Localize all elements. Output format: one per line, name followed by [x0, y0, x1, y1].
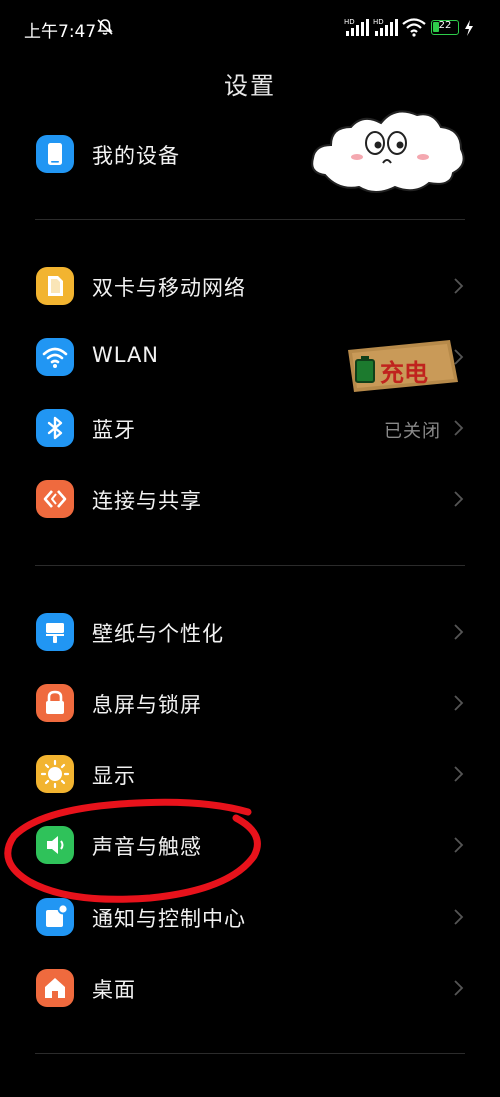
phone-icon: [36, 135, 74, 173]
wifi-status-icon: [402, 18, 426, 37]
divider: [35, 1053, 465, 1054]
battery-level: 22: [438, 20, 452, 31]
settings-item-label: 双卡与移动网络: [92, 276, 246, 300]
svg-text:HD: HD: [344, 18, 355, 26]
settings-item-label: 壁纸与个性化: [92, 622, 224, 646]
divider: [35, 565, 465, 566]
chevron-right-icon: [454, 420, 464, 436]
page-title: 设置: [224, 72, 276, 100]
svg-text:HD: HD: [373, 18, 384, 26]
chevron-right-icon: [454, 909, 464, 925]
settings-item-label: 蓝牙: [92, 418, 136, 442]
charging-icon: [465, 20, 473, 36]
settings-item-label: 通知与控制中心: [92, 907, 246, 931]
chevron-right-icon: [454, 695, 464, 711]
settings-screen: 上午7:47 HD HD 22 设置 我的设备 双卡与移动网络 WLAN 充电 …: [0, 0, 500, 1097]
house-icon: [36, 969, 74, 1007]
settings-item-notification-center[interactable]: 通知与控制中心: [0, 885, 500, 949]
chevron-right-icon: [454, 624, 464, 640]
settings-item-home-screen[interactable]: 桌面: [0, 956, 500, 1020]
sim-card-icon: [36, 267, 74, 305]
status-time: 上午7:47: [24, 22, 97, 42]
settings-item-connection-sharing[interactable]: 连接与共享: [0, 467, 500, 531]
chevron-right-icon: [454, 278, 464, 294]
charge-sticker: 充电: [348, 340, 458, 392]
cloud-sticker: [311, 110, 465, 193]
chevron-right-icon: [454, 980, 464, 996]
sun-icon: [36, 755, 74, 793]
settings-item-label: 连接与共享: [92, 489, 202, 513]
chevron-right-icon: [454, 837, 464, 853]
chevron-right-icon: [454, 766, 464, 782]
bluetooth-status: 已关闭: [384, 421, 441, 442]
chevron-right-icon: [454, 491, 464, 507]
settings-item-dual-sim[interactable]: 双卡与移动网络: [0, 254, 500, 318]
divider: [35, 219, 465, 220]
wifi-icon: [36, 338, 74, 376]
settings-item-label: 我的设备: [92, 144, 180, 168]
signal-icon: HD: [373, 18, 398, 36]
settings-item-label: WLAN: [92, 343, 160, 367]
settings-item-label: 桌面: [92, 978, 136, 1002]
notification-icon: [36, 898, 74, 936]
lock-icon: [36, 684, 74, 722]
settings-item-label: 息屏与锁屏: [92, 693, 202, 717]
settings-item-bluetooth[interactable]: 蓝牙 已关闭: [0, 396, 500, 460]
charge-sticker-text: 充电: [380, 359, 428, 387]
bluetooth-icon: [36, 409, 74, 447]
share-icon: [36, 480, 74, 518]
settings-item-label: 显示: [92, 764, 136, 788]
settings-item-wallpaper[interactable]: 壁纸与个性化: [0, 600, 500, 664]
signal-icon: HD: [344, 18, 369, 36]
settings-item-lock-screen[interactable]: 息屏与锁屏: [0, 671, 500, 735]
battery-icon: 22: [431, 20, 459, 35]
brush-icon: [36, 613, 74, 651]
status-bar: 上午7:47 HD HD 22: [0, 0, 500, 58]
bell-off-icon: [97, 19, 113, 35]
